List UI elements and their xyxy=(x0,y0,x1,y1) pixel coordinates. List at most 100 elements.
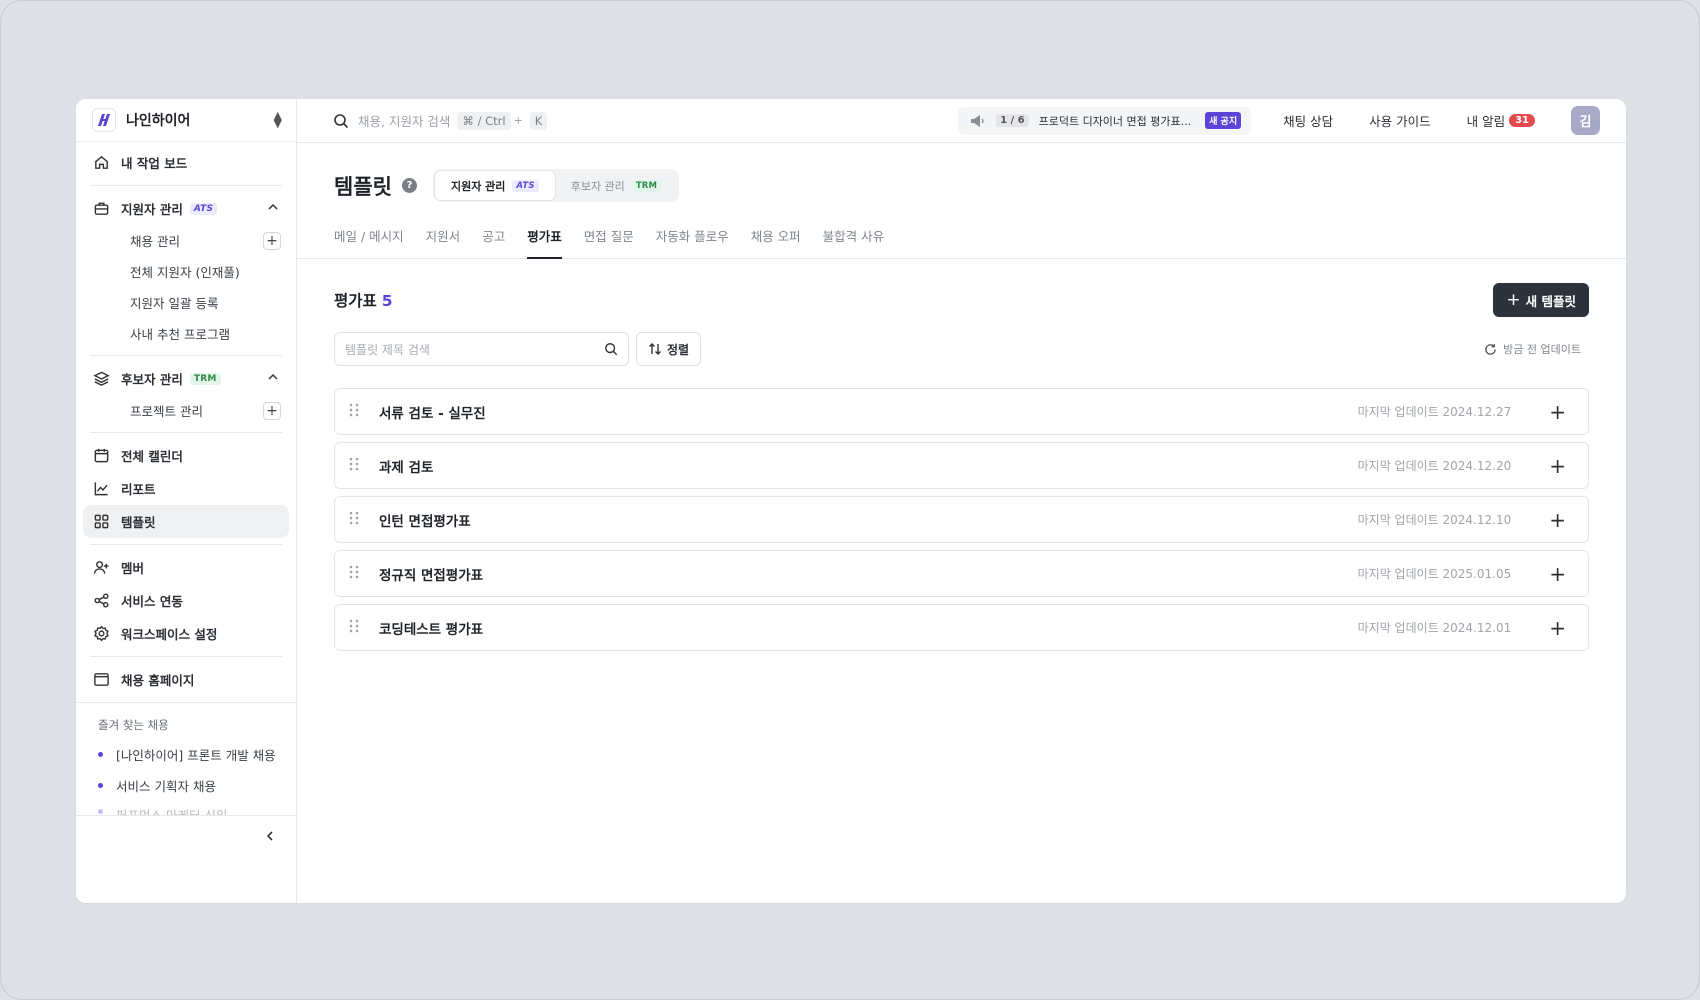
expand-plus-icon[interactable]: + xyxy=(1549,402,1566,422)
chat-support-link[interactable]: 채팅 상담 xyxy=(1283,111,1333,130)
template-updated: 마지막 업데이트 2024.12.01 xyxy=(1357,621,1512,635)
toggle-applicant[interactable]: 지원자 관리 ATS xyxy=(434,171,555,200)
favorite-job-item[interactable]: [나인하이어] 프론트 개발 채용 xyxy=(76,739,296,770)
tab-rejection-reasons[interactable]: 불합격 사유 xyxy=(823,218,884,258)
sidebar-group-candidate[interactable]: 후보자 관리 TRM xyxy=(83,362,289,395)
sort-button[interactable]: 정렬 xyxy=(636,332,702,366)
notice-text: 프로덕트 디자이너 면접 평가표... xyxy=(1038,114,1192,128)
sidebar-item-calendar[interactable]: 전체 캘린더 xyxy=(83,439,289,472)
module-toggle: 지원자 관리 ATS 후보자 관리 TRM xyxy=(432,169,680,202)
search-icon xyxy=(605,343,618,356)
notice-banner[interactable]: 1 / 6 프로덕트 디자이너 면접 평가표... 새 공지 xyxy=(958,106,1252,135)
sidebar-item-career-site[interactable]: 채용 홈페이지 xyxy=(83,663,289,696)
drag-handle-icon[interactable] xyxy=(349,511,365,529)
template-row[interactable]: 정규직 면접평가표 마지막 업데이트 2025.01.05 + xyxy=(334,550,1589,597)
sidebar-item-workspace-settings[interactable]: 워크스페이스 설정 xyxy=(83,617,289,650)
window-frame: 나인하이어 ▲ ▼ 내 작업 보드 지원자 관리 ATS 채용 관리 + 전체 지… xyxy=(0,0,1700,1000)
template-row[interactable]: 과제 검토 마지막 업데이트 2024.12.20 + xyxy=(334,442,1589,489)
notifications-link[interactable]: 내 알림 31 xyxy=(1467,111,1535,130)
tab-mail[interactable]: 메일 / 메시지 xyxy=(334,218,404,258)
shortcut-plus: + xyxy=(513,114,523,127)
template-row[interactable]: 서류 검토 - 실무진 마지막 업데이트 2024.12.27 + xyxy=(334,388,1589,435)
title-row: 템플릿 ? 지원자 관리 ATS 후보자 관리 TRM xyxy=(334,169,1590,202)
top-bar: 채용, 지원자 검색 ⌘ / Ctrl + K 1 / 6 프로덕트 디자이너 … xyxy=(297,99,1626,143)
collapse-sidebar-icon[interactable] xyxy=(264,830,276,846)
workspace-switcher[interactable]: 나인하이어 ▲ ▼ xyxy=(76,99,296,142)
chevron-up-icon[interactable] xyxy=(267,371,279,386)
toggle-candidate[interactable]: 후보자 관리 TRM xyxy=(555,171,678,200)
tab-automation[interactable]: 자동화 플로우 xyxy=(656,218,729,258)
template-title: 코딩테스트 평가표 xyxy=(379,621,484,638)
expand-plus-icon[interactable]: + xyxy=(1549,510,1566,530)
favorites-section: 즐겨 찾는 채용 [나인하이어] 프론트 개발 채용 서비스 기획자 채용 퍼포… xyxy=(76,702,296,823)
sidebar-item-members[interactable]: 멤버 xyxy=(83,551,289,584)
add-project-button[interactable]: + xyxy=(263,401,281,420)
sidebar-item-integrations[interactable]: 서비스 연동 xyxy=(83,584,289,617)
global-search[interactable]: 채용, 지원자 검색 ⌘ / Ctrl + K xyxy=(333,111,958,130)
favorite-job-item[interactable]: 서비스 기획자 채용 xyxy=(76,770,296,801)
sidebar-nav: 내 작업 보드 지원자 관리 ATS 채용 관리 + 전체 지원자 (인재풀) … xyxy=(76,142,296,696)
bullet-icon xyxy=(98,809,103,814)
divider xyxy=(90,656,282,657)
section-count: 5 xyxy=(381,292,393,310)
drag-handle-icon[interactable] xyxy=(349,403,365,421)
sidebar-item-report[interactable]: 리포트 xyxy=(83,472,289,505)
trm-badge: TRM xyxy=(189,372,221,385)
tab-offer[interactable]: 채용 오퍼 xyxy=(751,218,801,258)
divider xyxy=(90,544,282,545)
new-notice-badge: 새 공지 xyxy=(1205,112,1242,129)
sidebar-item-label: 리포트 xyxy=(121,482,156,497)
favorites-title: 즐겨 찾는 채용 xyxy=(98,718,169,732)
expand-plus-icon[interactable]: + xyxy=(1549,564,1566,584)
tab-interview-questions[interactable]: 면접 질문 xyxy=(584,218,634,258)
sidebar-subitem-label: 채용 관리 xyxy=(130,234,180,249)
sidebar-subitem-referral[interactable]: 사내 추천 프로그램 xyxy=(83,318,289,349)
sidebar-item-label: 지원자 관리 xyxy=(121,202,183,217)
template-title: 과제 검토 xyxy=(379,459,434,476)
sidebar-subitem-bulk-register[interactable]: 지원자 일괄 등록 xyxy=(83,287,289,318)
sidebar-subitem-jobs[interactable]: 채용 관리 + xyxy=(83,225,289,256)
template-tabs: 메일 / 메시지 지원서 공고 평가표 면접 질문 자동화 플로우 채용 오퍼 … xyxy=(334,218,906,259)
sidebar-item-templates[interactable]: 템플릿 xyxy=(83,505,289,538)
tab-posting[interactable]: 공고 xyxy=(482,218,505,258)
sidebar-subitem-projects[interactable]: 프로젝트 관리 + xyxy=(83,395,289,426)
help-icon[interactable]: ? xyxy=(401,178,417,193)
sort-icon xyxy=(649,343,661,355)
notification-count-badge: 31 xyxy=(1509,114,1535,127)
tab-evaluation[interactable]: 평가표 xyxy=(527,218,562,259)
expand-plus-icon[interactable]: + xyxy=(1549,456,1566,476)
page-header: 템플릿 ? 지원자 관리 ATS 후보자 관리 TRM 메일 / 메시지 지원서… xyxy=(297,143,1626,259)
template-row[interactable]: 인턴 면접평가표 마지막 업데이트 2024.12.10 + xyxy=(334,496,1589,543)
workspace-logo-icon xyxy=(92,108,116,132)
template-updated: 마지막 업데이트 2024.12.10 xyxy=(1357,513,1512,527)
section-header: 평가표 5 + 새 템플릿 xyxy=(334,283,1589,317)
section-title: 평가표 5 xyxy=(334,289,393,311)
template-search-input[interactable]: 템플릿 제목 검색 xyxy=(334,332,629,366)
notice-counter: 1 / 6 xyxy=(996,114,1029,127)
divider xyxy=(90,185,282,186)
sidebar-item-home[interactable]: 내 작업 보드 xyxy=(83,146,289,179)
sidebar-group-applicant[interactable]: 지원자 관리 ATS xyxy=(83,192,289,225)
workspace-name: 나인하이어 xyxy=(126,113,191,129)
user-guide-link[interactable]: 사용 가이드 xyxy=(1369,111,1430,130)
divider xyxy=(90,432,282,433)
sidebar-subitem-label: 사내 추천 프로그램 xyxy=(130,327,230,342)
drag-handle-icon[interactable] xyxy=(349,619,365,637)
new-template-label: 새 템플릿 xyxy=(1525,293,1576,309)
main-area: 채용, 지원자 검색 ⌘ / Ctrl + K 1 / 6 프로덕트 디자이너 … xyxy=(297,99,1626,903)
favorite-job-label: [나인하이어] 프론트 개발 채용 xyxy=(116,748,276,763)
sidebar-footer xyxy=(76,815,296,903)
new-template-button[interactable]: + 새 템플릿 xyxy=(1493,283,1589,317)
expand-plus-icon[interactable]: + xyxy=(1549,618,1566,638)
tab-application[interactable]: 지원서 xyxy=(426,218,461,258)
filter-row: 템플릿 제목 검색 정렬 방금 전 업데이트 xyxy=(334,332,1589,366)
sidebar-subitem-label: 지원자 일괄 등록 xyxy=(130,296,219,311)
template-row[interactable]: 코딩테스트 평가표 마지막 업데이트 2024.12.01 + xyxy=(334,604,1589,651)
drag-handle-icon[interactable] xyxy=(349,457,365,475)
sidebar-subitem-all-applicants[interactable]: 전체 지원자 (인재풀) xyxy=(83,256,289,287)
chevron-up-icon[interactable] xyxy=(267,201,279,216)
refresh-button[interactable]: 방금 전 업데이트 xyxy=(1484,341,1589,357)
avatar[interactable]: 김 xyxy=(1571,106,1600,135)
add-job-button[interactable]: + xyxy=(263,231,281,250)
drag-handle-icon[interactable] xyxy=(349,565,365,583)
